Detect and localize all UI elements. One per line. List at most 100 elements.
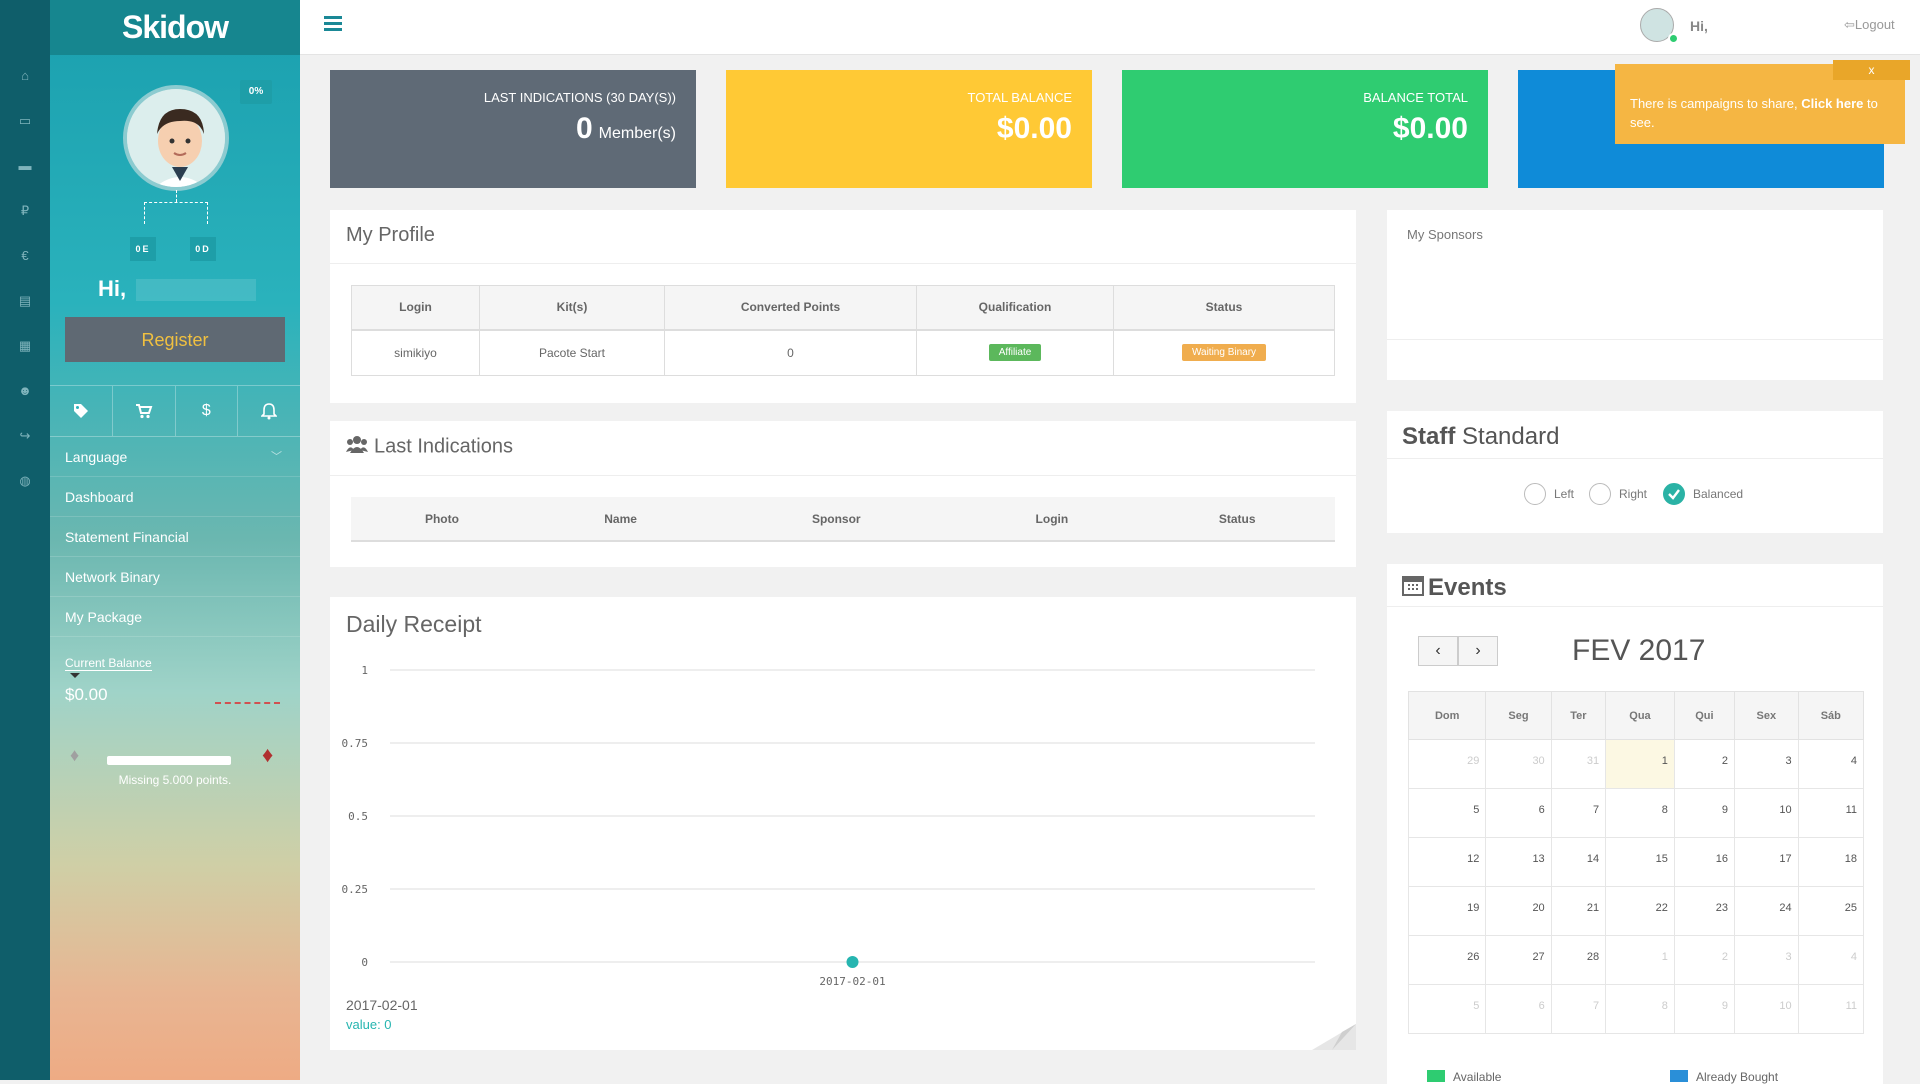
calendar-next-button[interactable]: › [1458, 636, 1498, 666]
calendar-day-cell[interactable]: 11 [1797, 788, 1865, 838]
logout-link[interactable]: ⇦Logout [1844, 17, 1895, 33]
panel-divider [330, 475, 1356, 476]
calendar-day-cell[interactable]: 21 [1550, 886, 1607, 936]
calendar-day-cell[interactable]: 9 [1673, 984, 1736, 1034]
calendar-prev-button[interactable]: ‹ [1418, 636, 1458, 666]
calendar-day-cell[interactable]: 27 [1485, 935, 1552, 985]
right-leg-box[interactable]: 0D [190, 237, 216, 261]
register-button[interactable]: Register [65, 317, 285, 362]
y-tick-label: 0 [361, 956, 368, 969]
calendar-day-cell[interactable]: 8 [1605, 788, 1675, 838]
calendar-day-cell[interactable]: 14 [1550, 837, 1607, 887]
users-icon [346, 435, 368, 459]
menu-toggle-icon[interactable] [324, 16, 342, 32]
briefcase-icon[interactable]: ▬ [15, 156, 35, 176]
calendar-day-cell[interactable]: 5 [1407, 984, 1487, 1034]
left-leg-box[interactable]: 0E [130, 237, 156, 261]
calendar-day-cell[interactable]: 9 [1673, 788, 1736, 838]
table-header: Login [964, 497, 1140, 542]
bell-icon[interactable] [238, 386, 300, 436]
calendar-day-cell[interactable]: 29 [1407, 739, 1487, 789]
table-row: simikiyo Pacote Start 0 Affiliate Waitin… [351, 329, 1335, 376]
calendar-day-cell[interactable]: 1 [1605, 739, 1675, 789]
calendar-day-cell[interactable]: 22 [1605, 886, 1675, 936]
calendar-day-cell[interactable]: 19 [1407, 886, 1487, 936]
toast-text: There is campaigns to share, [1630, 96, 1802, 111]
calendar-day-cell[interactable]: 10 [1734, 984, 1799, 1034]
calendar-day-cell[interactable]: 8 [1605, 984, 1675, 1034]
brand-logo[interactable]: Skidow [50, 0, 300, 55]
chevron-right-icon: › [1475, 642, 1481, 659]
completion-badge: 0% [240, 80, 272, 104]
calendar-day-header: Dom [1407, 691, 1487, 740]
calendar-day-cell[interactable]: 10 [1734, 788, 1799, 838]
radio-label: Left [1554, 487, 1575, 501]
sidebar-item-statement-financial[interactable]: Statement Financial [50, 517, 300, 557]
calendar-day-cell[interactable]: 12 [1407, 837, 1487, 887]
share-icon[interactable]: ↪ [15, 426, 35, 446]
tile-label: TOTAL BALANCE [967, 90, 1072, 105]
calendar-day-cell[interactable]: 7 [1550, 788, 1607, 838]
sidebar-item-my-package[interactable]: My Package [50, 597, 300, 637]
calendar-day-cell[interactable]: 17 [1734, 837, 1799, 887]
calendar-day-cell[interactable]: 3 [1734, 935, 1799, 985]
calendar-day-cell[interactable]: 20 [1485, 886, 1552, 936]
calendar-day-cell[interactable]: 18 [1797, 837, 1865, 887]
radio-right[interactable] [1589, 483, 1611, 505]
calendar-day-cell[interactable]: 4 [1797, 739, 1865, 789]
calendar-day-cell[interactable]: 26 [1407, 935, 1487, 985]
calendar-day-cell[interactable]: 2 [1673, 935, 1736, 985]
legend-available-swatch [1427, 1070, 1445, 1082]
toast-close-button[interactable]: x [1833, 60, 1910, 80]
panel-title-wrap: Events [1402, 574, 1507, 603]
radio-left[interactable] [1524, 483, 1546, 505]
calendar-day-cell[interactable]: 23 [1673, 886, 1736, 936]
calendar-day-cell[interactable]: 31 [1550, 739, 1607, 789]
points-cell: 0 [664, 329, 917, 376]
panel-divider [330, 263, 1356, 264]
ruble-icon[interactable]: ₽ [15, 201, 35, 221]
calendar-day-cell[interactable]: 11 [1797, 984, 1865, 1034]
toast-link[interactable]: Click here [1801, 96, 1863, 111]
calendar-day-cell[interactable]: 15 [1605, 837, 1675, 887]
home-icon[interactable]: ⌂ [15, 66, 35, 86]
calendar-day-cell[interactable]: 5 [1407, 788, 1487, 838]
login-cell: simikiyo [351, 329, 480, 376]
calendar-day-cell[interactable]: 16 [1673, 837, 1736, 887]
y-tick-label: 0.25 [342, 883, 369, 896]
grid-icon[interactable]: ▦ [15, 336, 35, 356]
globe-icon[interactable]: ◍ [15, 471, 35, 491]
chart-point[interactable] [846, 956, 859, 968]
calendar-day-cell[interactable]: 3 [1734, 739, 1799, 789]
calendar-day-cell[interactable]: 30 [1485, 739, 1552, 789]
calendar-day-cell[interactable]: 4 [1797, 935, 1865, 985]
calendar-day-cell[interactable]: 28 [1550, 935, 1607, 985]
calendar-day-cell[interactable]: 1 [1605, 935, 1675, 985]
calendar-day-cell[interactable]: 6 [1485, 788, 1552, 838]
calendar-day-cell[interactable]: 24 [1734, 886, 1799, 936]
title-rest: Standard [1462, 423, 1560, 450]
calendar-day-cell[interactable]: 25 [1797, 886, 1865, 936]
folder-icon[interactable]: ▭ [15, 111, 35, 131]
calendar-day-cell[interactable]: 2 [1673, 739, 1736, 789]
radio-balanced[interactable] [1663, 483, 1685, 505]
my-sponsors-panel: My Sponsors [1387, 210, 1883, 380]
sidebar-item-dashboard[interactable]: Dashboard [50, 477, 300, 517]
panel-title: My Profile [346, 224, 435, 246]
calendar-day-cell[interactable]: 13 [1485, 837, 1552, 887]
sidebar-item-network-binary[interactable]: Network Binary [50, 557, 300, 597]
list-icon[interactable]: ▤ [15, 291, 35, 311]
calendar-week-row: 29 30 31 1 2 3 4 [1407, 739, 1865, 789]
calendar-grid: Dom Seg Ter Qua Qui Sex Sáb 29 30 31 1 2 3 4 5 6 7 8 9 10 1… [1407, 691, 1865, 1034]
tags-icon[interactable] [50, 386, 113, 436]
tile-unit: Member(s) [598, 125, 676, 142]
calendar-day-cell[interactable]: 6 [1485, 984, 1552, 1034]
sidebar-item-language[interactable]: Language ﹀ [50, 437, 300, 477]
calendar-week-row: 5 6 7 8 9 10 11 [1407, 984, 1865, 1034]
cart-icon[interactable] [113, 386, 176, 436]
calendar-day-cell[interactable]: 7 [1550, 984, 1607, 1034]
kit-cell: Pacote Start [479, 329, 665, 376]
users-icon[interactable]: ☻ [15, 381, 35, 401]
dollar-icon[interactable]: $ [176, 386, 239, 436]
euro-icon[interactable]: € [15, 246, 35, 266]
